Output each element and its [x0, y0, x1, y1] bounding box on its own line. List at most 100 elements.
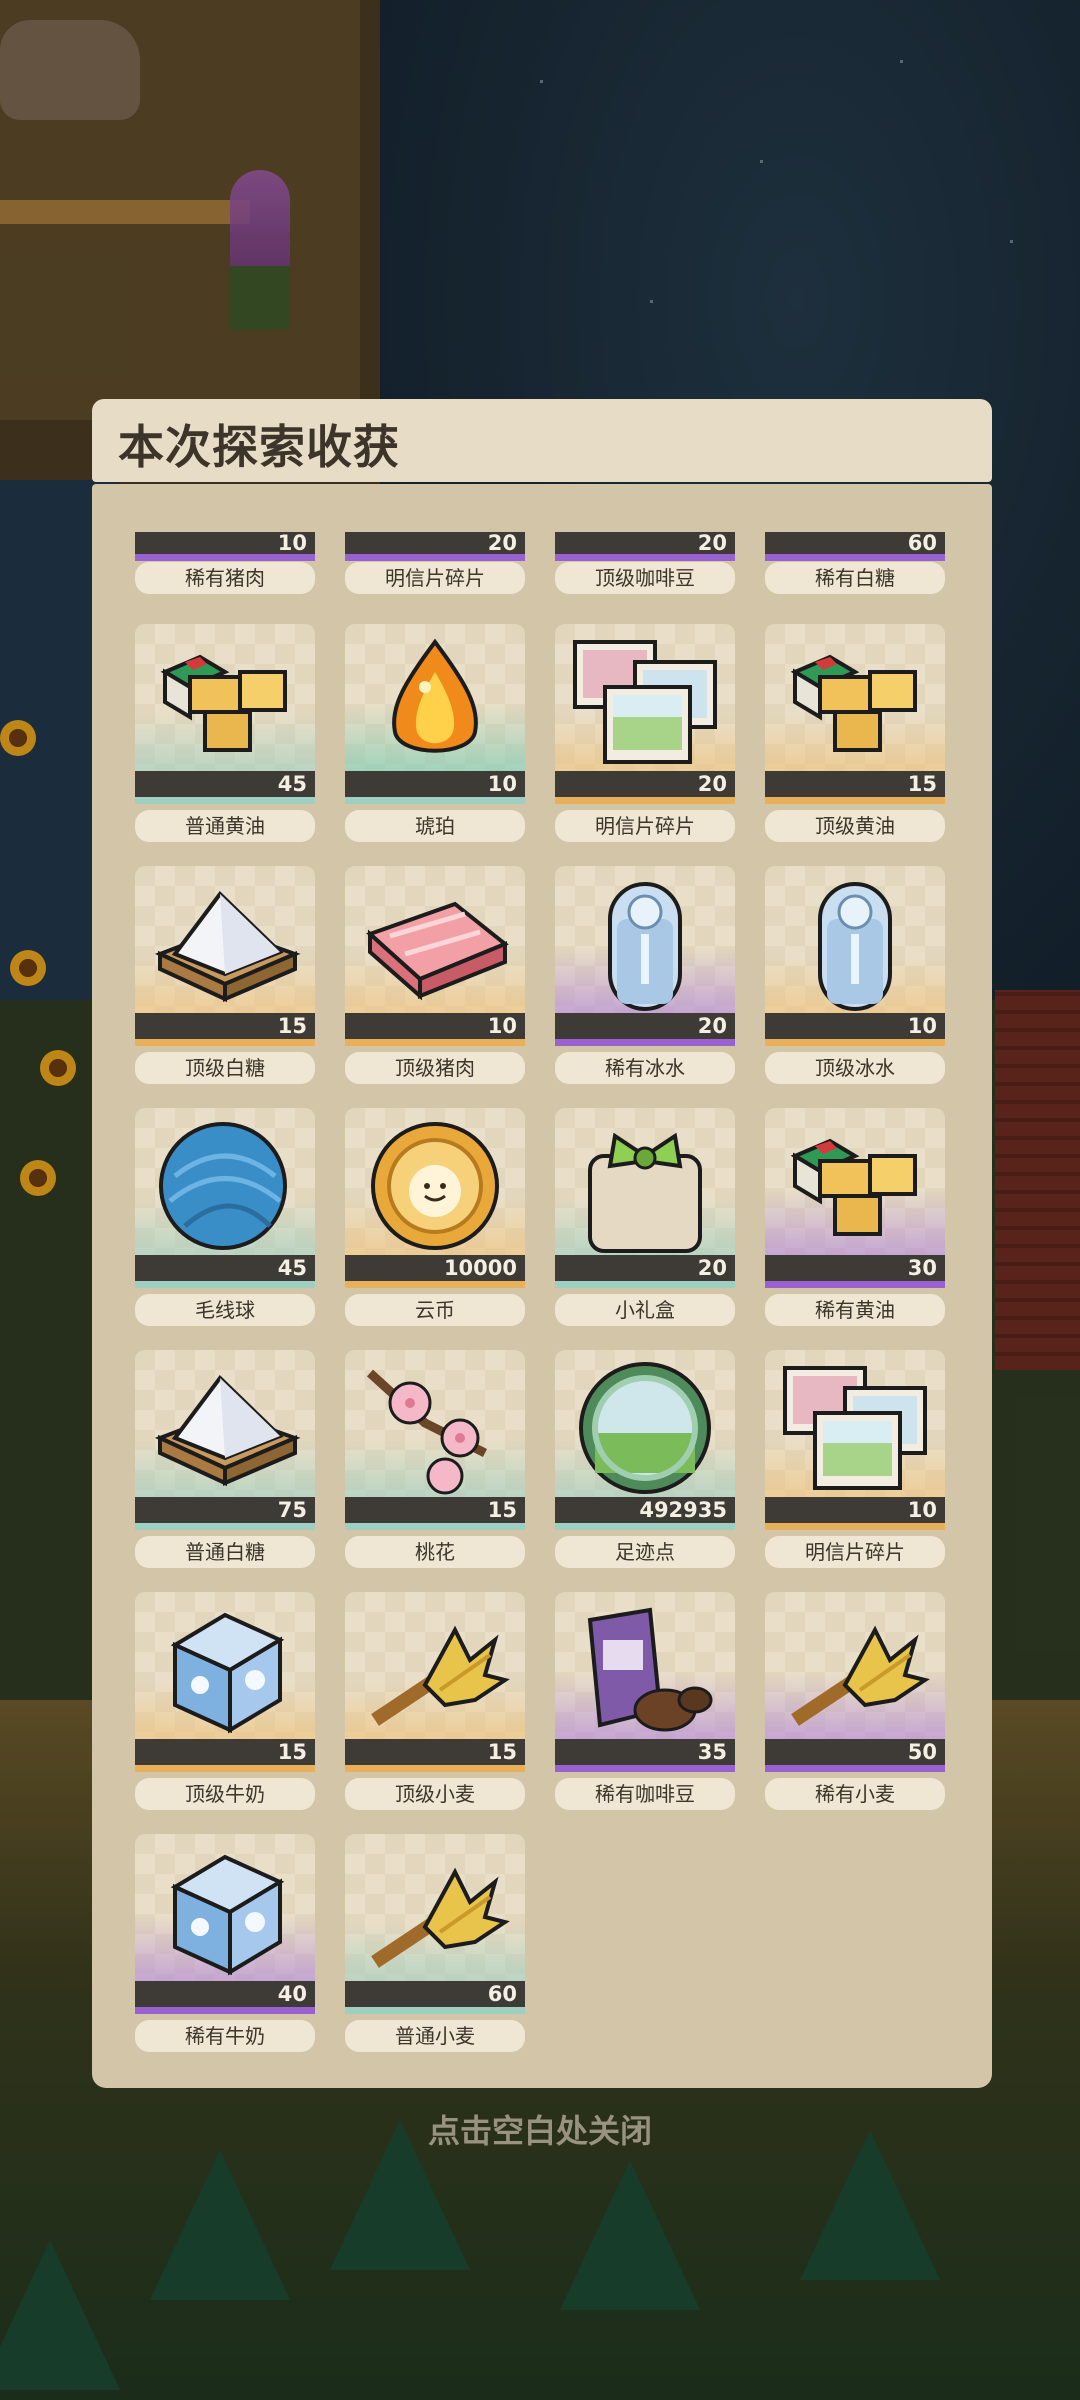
- item-name: 琥珀: [345, 810, 525, 842]
- item-name: 稀有黄油: [765, 1294, 945, 1326]
- item-quantity: 15: [345, 1497, 525, 1523]
- item-name: 稀有冰水: [555, 1052, 735, 1084]
- rarity-bar: [135, 2007, 315, 2014]
- wheat-icon: [345, 1592, 525, 1742]
- rarity-bar: [345, 554, 525, 561]
- item-name: 稀有猪肉: [135, 562, 315, 594]
- item-quantity: 10000: [345, 1255, 525, 1281]
- rarity-bar: [135, 1281, 315, 1288]
- rarity-bar: [555, 554, 735, 561]
- rarity-bar: [345, 797, 525, 804]
- sugar-icon: [135, 866, 315, 1016]
- item-quantity: 10: [765, 1013, 945, 1039]
- reward-item[interactable]: 35 稀有咖啡豆: [555, 1592, 735, 1810]
- reward-item[interactable]: 45 普通黄油: [135, 624, 315, 842]
- rarity-bar: [555, 1523, 735, 1530]
- item-quantity: 10: [765, 1497, 945, 1523]
- gift-box-icon: [555, 1108, 735, 1258]
- item-name: 普通小麦: [345, 2020, 525, 2052]
- item-name: 顶级白糖: [135, 1052, 315, 1084]
- amber-icon: [345, 624, 525, 774]
- modal-title: 本次探索收获: [118, 420, 400, 474]
- reward-item[interactable]: 15 顶级牛奶: [135, 1592, 315, 1810]
- peach-blossom-icon: [345, 1350, 525, 1500]
- item-name: 明信片碎片: [765, 1536, 945, 1568]
- rarity-bar: [345, 1765, 525, 1772]
- item-quantity: 50: [765, 1739, 945, 1765]
- rarity-bar: [345, 1281, 525, 1288]
- reward-item[interactable]: 60 普通小麦: [345, 1834, 525, 2052]
- item-quantity: 30: [765, 1255, 945, 1281]
- item-quantity: 45: [135, 771, 315, 797]
- item-name: 足迹点: [555, 1536, 735, 1568]
- item-name: 毛线球: [135, 1294, 315, 1326]
- reward-item[interactable]: 20 小礼盒: [555, 1108, 735, 1326]
- item-quantity: 40: [135, 1981, 315, 2007]
- coffee-bean-icon: [555, 1592, 735, 1742]
- item-quantity: 20: [555, 1013, 735, 1039]
- item-quantity: 10: [345, 771, 525, 797]
- reward-item[interactable]: 50 稀有小麦: [765, 1592, 945, 1810]
- rewards-modal-body[interactable]: 10 稀有猪肉 20 明信片碎片 20 顶级咖啡豆 60 稀有白糖 45 普通黄油 10 琥珀 2…: [92, 484, 992, 2088]
- butter-icon: [765, 1108, 945, 1258]
- reward-item[interactable]: 10 琥珀: [345, 624, 525, 842]
- item-name: 顶级咖啡豆: [555, 562, 735, 594]
- reward-item[interactable]: 15 顶级黄油: [765, 624, 945, 842]
- yarn-ball-icon: [135, 1108, 315, 1258]
- milk-icon: [135, 1834, 315, 1984]
- item-name: 小礼盒: [555, 1294, 735, 1326]
- rarity-bar: [555, 1765, 735, 1772]
- rarity-bar: [765, 1523, 945, 1530]
- item-quantity: 15: [135, 1013, 315, 1039]
- item-name: 明信片碎片: [555, 810, 735, 842]
- reward-item[interactable]: 492935 足迹点: [555, 1350, 735, 1568]
- item-quantity: 75: [135, 1497, 315, 1523]
- item-quantity: 35: [555, 1739, 735, 1765]
- rarity-bar: [555, 1039, 735, 1046]
- reward-item[interactable]: 10000 云币: [345, 1108, 525, 1326]
- rarity-bar: [135, 797, 315, 804]
- item-quantity: 15: [135, 1739, 315, 1765]
- item-quantity: 20: [555, 1255, 735, 1281]
- rarity-bar: [765, 1281, 945, 1288]
- item-quantity: 45: [135, 1255, 315, 1281]
- item-name: 云币: [345, 1294, 525, 1326]
- wheat-icon: [765, 1592, 945, 1742]
- close-hint: 点击空白处关闭: [427, 2112, 652, 2150]
- reward-item[interactable]: 75 普通白糖: [135, 1350, 315, 1568]
- reward-item[interactable]: 10 顶级猪肉: [345, 866, 525, 1084]
- rarity-bar: [345, 1523, 525, 1530]
- item-name: 稀有咖啡豆: [555, 1778, 735, 1810]
- footprint-orb-icon: [555, 1350, 735, 1500]
- item-name: 普通黄油: [135, 810, 315, 842]
- item-quantity: 15: [345, 1739, 525, 1765]
- ice-water-icon: [555, 866, 735, 1016]
- item-quantity: 60: [765, 532, 945, 554]
- item-name: 顶级冰水: [765, 1052, 945, 1084]
- rarity-bar: [135, 554, 315, 561]
- postcard-icon: [765, 1350, 945, 1500]
- wheat-icon: [345, 1834, 525, 1984]
- item-name: 稀有小麦: [765, 1778, 945, 1810]
- reward-item[interactable]: 10 顶级冰水: [765, 866, 945, 1084]
- reward-item[interactable]: 30 稀有黄油: [765, 1108, 945, 1326]
- reward-item[interactable]: 40 稀有牛奶: [135, 1834, 315, 2052]
- rarity-bar: [135, 1523, 315, 1530]
- reward-item[interactable]: 15 桃花: [345, 1350, 525, 1568]
- reward-item[interactable]: 10 明信片碎片: [765, 1350, 945, 1568]
- reward-item[interactable]: 20 明信片碎片: [555, 624, 735, 842]
- rarity-bar: [765, 1765, 945, 1772]
- reward-item[interactable]: 15 顶级小麦: [345, 1592, 525, 1810]
- reward-item[interactable]: 20 稀有冰水: [555, 866, 735, 1084]
- reward-item[interactable]: 45 毛线球: [135, 1108, 315, 1326]
- item-quantity: 60: [345, 1981, 525, 2007]
- item-quantity: 20: [555, 532, 735, 554]
- item-name: 明信片碎片: [345, 562, 525, 594]
- rarity-bar: [765, 554, 945, 561]
- item-quantity: 10: [135, 532, 315, 554]
- rarity-bar: [765, 1039, 945, 1046]
- rarity-bar: [765, 797, 945, 804]
- rarity-bar: [555, 1281, 735, 1288]
- item-quantity: 20: [555, 771, 735, 797]
- reward-item[interactable]: 15 顶级白糖: [135, 866, 315, 1084]
